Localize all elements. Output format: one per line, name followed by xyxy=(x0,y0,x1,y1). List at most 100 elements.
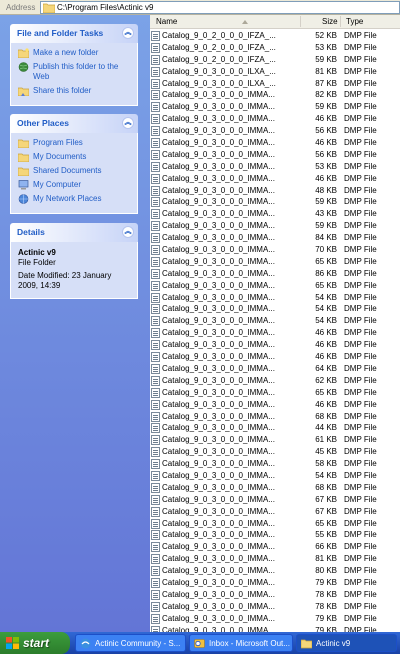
file-row[interactable]: Catalog_9_0_3_0_0_0_IMMA... 44 KB DMP File xyxy=(150,422,400,434)
file-row[interactable]: Catalog_9_0_3_0_0_0_IMMA... 54 KB DMP File xyxy=(150,470,400,482)
panel-header[interactable]: Other Places ︽ xyxy=(10,114,138,133)
file-rows: Catalog_9_0_2_0_0_0_IFZA_... 52 KB DMP Fil… xyxy=(150,30,400,632)
taskbar-button-actinic-community[interactable]: Actinic Community - S... xyxy=(75,634,186,652)
file-row[interactable]: Catalog_9_0_3_0_0_0_IMMA... 67 KB DMP File xyxy=(150,494,400,506)
file-row[interactable]: Catalog_9_0_3_0_0_0_IMMA... 61 KB DMP File xyxy=(150,434,400,446)
file-row[interactable]: Catalog_9_0_3_0_0_0_IMMA... 79 KB DMP File xyxy=(150,625,400,632)
file-row[interactable]: Catalog_9_0_3_0_0_0_IMMA... 56 KB DMP File xyxy=(150,149,400,161)
start-button[interactable]: start xyxy=(0,632,70,654)
file-row[interactable]: Catalog_9_0_3_0_0_0_IMMA... 46 KB DMP File xyxy=(150,113,400,125)
file-row[interactable]: Catalog_9_0_3_0_0_0_IMMA... 46 KB DMP File xyxy=(150,339,400,351)
file-icon xyxy=(151,90,160,101)
task-publish-web[interactable]: Publish this folder to the Web xyxy=(18,62,131,84)
file-size: 78 KB xyxy=(315,601,337,611)
file-row[interactable]: Catalog_9_0_3_0_0_0_IMMA... 68 KB DMP File xyxy=(150,411,400,423)
task-make-new-folder[interactable]: Make a new folder xyxy=(18,48,131,60)
file-row[interactable]: Catalog_9_0_3_0_0_0_IMMA... 59 KB DMP File xyxy=(150,101,400,113)
file-size: 82 KB xyxy=(315,90,337,100)
file-row[interactable]: Catalog_9_0_3_0_0_0_IMMA... 62 KB DMP File xyxy=(150,375,400,387)
place-my-network-places[interactable]: My Network Places xyxy=(18,194,131,206)
file-row[interactable]: Catalog_9_0_3_0_0_0_IMMA... 82 KB DMP File xyxy=(150,89,400,101)
file-size: 52 KB xyxy=(315,31,337,40)
file-row[interactable]: Catalog_9_0_3_0_0_0_IMMA... 79 KB DMP File xyxy=(150,613,400,625)
column-size[interactable]: Size xyxy=(322,17,338,26)
file-row[interactable]: Catalog_9_0_3_0_0_0_IMMA... 66 KB DMP File xyxy=(150,541,400,553)
file-row[interactable]: Catalog_9_0_2_0_0_0_IFZA_... 53 KB DMP Fil… xyxy=(150,42,400,54)
file-row[interactable]: Catalog_9_0_3_0_0_0_IMMA... 53 KB DMP File xyxy=(150,161,400,173)
file-size: 46 KB xyxy=(315,399,337,409)
file-row[interactable]: Catalog_9_0_3_0_0_0_IMMA... 81 KB DMP File xyxy=(150,553,400,565)
taskbar-button-inbox[interactable]: Inbox - Microsoft Out... xyxy=(189,634,293,652)
file-row[interactable]: Catalog_9_0_3_0_0_0_IMMA... 80 KB DMP File xyxy=(150,565,400,577)
collapse-chevron-icon[interactable]: ︽ xyxy=(122,117,134,129)
place-shared-documents[interactable]: Shared Documents xyxy=(18,166,131,178)
file-row[interactable]: Catalog_9_0_3_0_0_0_IMMA... 78 KB DMP File xyxy=(150,589,400,601)
file-size: 67 KB xyxy=(315,506,337,516)
file-row[interactable]: Catalog_9_0_3_0_0_0_IMMA... 78 KB DMP File xyxy=(150,601,400,613)
file-icon xyxy=(151,42,160,53)
file-row[interactable]: Catalog_9_0_3_0_0_0_IMMA... 46 KB DMP File xyxy=(150,173,400,185)
file-row[interactable]: Catalog_9_0_3_0_0_0_IMMA... 86 KB DMP File xyxy=(150,268,400,280)
file-row[interactable]: Catalog_9_0_3_0_0_0_IMMA... 56 KB DMP File xyxy=(150,125,400,137)
file-row[interactable]: Catalog_9_0_3_0_0_0_IMMA... 59 KB DMP File xyxy=(150,220,400,232)
address-field[interactable]: C:\Program Files\Actinic v9 xyxy=(40,1,400,14)
taskbar-button-actinic-v9[interactable]: Actinic v9 xyxy=(296,634,397,652)
file-name: Catalog_9_0_3_0_0_0_IMMA... xyxy=(162,316,275,326)
file-name: Catalog_9_0_3_0_0_0_IMMA... xyxy=(162,221,275,231)
folder-icon xyxy=(18,139,29,148)
file-size: 66 KB xyxy=(315,542,337,552)
file-row[interactable]: Catalog_9_0_3_0_0_0_IMMA... 54 KB DMP File xyxy=(150,303,400,315)
file-row[interactable]: Catalog_9_0_3_0_0_0_IMMA... 59 KB DMP File xyxy=(150,196,400,208)
file-name: Catalog_9_0_2_0_0_0_IFZA_... xyxy=(162,54,276,64)
file-row[interactable]: Catalog_9_0_3_0_0_0_IMMA... 68 KB DMP File xyxy=(150,482,400,494)
file-row[interactable]: Catalog_9_0_3_0_0_0_IMMA... 46 KB DMP File xyxy=(150,351,400,363)
task-share-folder[interactable]: Share this folder xyxy=(18,86,131,98)
file-row[interactable]: Catalog_9_0_3_0_0_0_IMMA... 54 KB DMP File xyxy=(150,292,400,304)
file-row[interactable]: Catalog_9_0_3_0_0_0_IMMA... 65 KB DMP File xyxy=(150,256,400,268)
file-row[interactable]: Catalog_9_0_3_0_0_0_IMMA... 58 KB DMP File xyxy=(150,458,400,470)
file-type: DMP File xyxy=(344,197,377,207)
file-type: DMP File xyxy=(344,173,377,183)
file-row[interactable]: Catalog_9_0_3_0_0_0_ILXA_... 81 KB DMP Fil… xyxy=(150,66,400,78)
file-row[interactable]: Catalog_9_0_3_0_0_0_IMMA... 64 KB DMP File xyxy=(150,363,400,375)
place-my-documents[interactable]: My Documents xyxy=(18,152,131,164)
file-size: 43 KB xyxy=(315,209,337,219)
file-row[interactable]: Catalog_9_0_3_0_0_0_IMMA... 46 KB DMP File xyxy=(150,399,400,411)
file-type: DMP File xyxy=(344,340,377,350)
panel-header[interactable]: Details ︽ xyxy=(10,223,138,242)
file-row[interactable]: Catalog_9_0_2_0_0_0_IFZA_... 52 KB DMP Fil… xyxy=(150,30,400,42)
file-row[interactable]: Catalog_9_0_3_0_0_0_IMMA... 45 KB DMP File xyxy=(150,446,400,458)
file-name: Catalog_9_0_3_0_0_0_IMMA... xyxy=(162,554,275,564)
place-program-files[interactable]: Program Files xyxy=(18,138,131,150)
file-row[interactable]: Catalog_9_0_3_0_0_0_IMMA... 48 KB DMP File xyxy=(150,185,400,197)
file-icon xyxy=(151,387,160,398)
column-divider[interactable] xyxy=(300,16,301,27)
file-icon xyxy=(151,256,160,267)
file-row[interactable]: Catalog_9_0_3_0_0_0_ILXA_... 87 KB DMP Fil… xyxy=(150,78,400,90)
file-row[interactable]: Catalog_9_0_3_0_0_0_IMMA... 46 KB DMP File xyxy=(150,327,400,339)
place-my-computer[interactable]: My Computer xyxy=(18,180,131,192)
collapse-chevron-icon[interactable]: ︽ xyxy=(122,27,134,39)
file-row[interactable]: Catalog_9_0_3_0_0_0_IMMA... 65 KB DMP File xyxy=(150,280,400,292)
file-row[interactable]: Catalog_9_0_3_0_0_0_IMMA... 70 KB DMP File xyxy=(150,244,400,256)
file-row[interactable]: Catalog_9_0_3_0_0_0_IMMA... 65 KB DMP File xyxy=(150,387,400,399)
file-type: DMP File xyxy=(344,566,377,576)
collapse-chevron-icon[interactable]: ︽ xyxy=(122,226,134,238)
file-type: DMP File xyxy=(344,589,377,599)
file-row[interactable]: Catalog_9_0_3_0_0_0_IMMA... 55 KB DMP File xyxy=(150,529,400,541)
column-name[interactable]: Name xyxy=(156,17,177,26)
browser-icon xyxy=(80,638,91,649)
file-row[interactable]: Catalog_9_0_3_0_0_0_IMMA... 46 KB DMP File xyxy=(150,137,400,149)
file-row[interactable]: Catalog_9_0_3_0_0_0_IMMA... 79 KB DMP File xyxy=(150,577,400,589)
file-row[interactable]: Catalog_9_0_3_0_0_0_IMMA... 54 KB DMP File xyxy=(150,315,400,327)
file-row[interactable]: Catalog_9_0_3_0_0_0_IMMA... 43 KB DMP File xyxy=(150,208,400,220)
column-type[interactable]: Type xyxy=(346,17,363,26)
file-name: Catalog_9_0_3_0_0_0_IMMA... xyxy=(162,102,275,112)
file-row[interactable]: Catalog_9_0_2_0_0_0_IFZA_... 59 KB DMP Fil… xyxy=(150,54,400,66)
file-row[interactable]: Catalog_9_0_3_0_0_0_IMMA... 67 KB DMP File xyxy=(150,506,400,518)
place-label: My Documents xyxy=(33,152,87,161)
column-divider[interactable] xyxy=(340,16,341,27)
file-row[interactable]: Catalog_9_0_3_0_0_0_IMMA... 65 KB DMP File xyxy=(150,518,400,530)
panel-header[interactable]: File and Folder Tasks ︽ xyxy=(10,24,138,43)
file-row[interactable]: Catalog_9_0_3_0_0_0_IMMA... 84 KB DMP File xyxy=(150,232,400,244)
